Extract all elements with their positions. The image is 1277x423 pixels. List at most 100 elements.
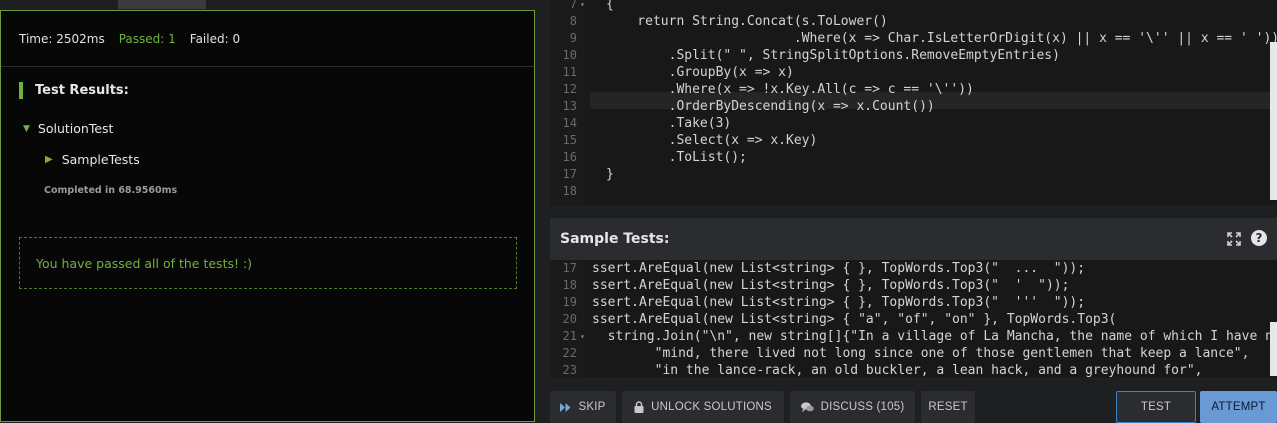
pass-message: You have passed all of the tests! :) (36, 255, 253, 271)
code-text: } (606, 167, 614, 182)
line-number: 21 (562, 329, 577, 343)
subtest-label: SampleTests (61, 152, 140, 167)
line-number: 20 (562, 312, 577, 326)
sample-tests-header: Sample Tests: ? (550, 218, 1277, 260)
code-line: 18 ssert.AreEqual(new List<string> { }, T… (550, 277, 1270, 294)
code-line: 17} (550, 166, 1270, 183)
results-heading: Test Results: (19, 81, 129, 99)
heading-accent-bar (19, 81, 23, 99)
code-text: { (606, 0, 614, 12)
code-text: .Split(" ", StringSplitOptions.RemoveEmp… (606, 48, 1060, 63)
sample-tests-editor[interactable]: 17 ssert.AreEqual(new List<string> { }, T… (550, 260, 1277, 377)
code-text: string.Join("\n", new string[]{"In a vil… (592, 329, 1273, 344)
action-toolbar: SKIP UNLOCK SOLUTIONS DISCUSS (105) RESE… (548, 387, 1277, 423)
skip-label: SKIP (578, 401, 606, 413)
code-line: 9 .Where(x => Char.IsLetterOrDigit(x) ||… (550, 30, 1277, 47)
code-text: "in the lance-rack, an old buckler, a le… (592, 363, 1203, 377)
code-text: .ToList(); (606, 150, 747, 165)
code-text: ssert.AreEqual(new List<string> { }, Top… (592, 295, 1086, 310)
line-number: 10 (562, 48, 577, 62)
line-number: 17 (562, 167, 577, 181)
test-button[interactable]: TEST (1116, 391, 1196, 423)
attempt-label: ATTEMPT (1211, 401, 1266, 413)
editor-scrollbar[interactable] (1270, 42, 1277, 200)
line-number: 18 (562, 278, 577, 292)
code-line: 22 "mind, there lived not long since one… (550, 345, 1270, 362)
suite-label: SolutionTest (37, 121, 114, 136)
fold-caret-icon[interactable]: ▾ (580, 0, 585, 13)
test-label: TEST (1140, 401, 1172, 413)
panel-tab[interactable] (118, 0, 206, 9)
code-line: 20 ssert.AreEqual(new List<string> { "a",… (550, 311, 1270, 328)
skip-button[interactable]: SKIP (550, 391, 616, 423)
fast-forward-icon (560, 402, 571, 412)
reset-label: RESET (928, 401, 968, 413)
help-icon[interactable]: ? (1251, 230, 1267, 246)
unlock-label: UNLOCK SOLUTIONS (651, 401, 772, 413)
line-number: 19 (562, 295, 577, 309)
code-text: "mind, there lived not long since one of… (592, 346, 1250, 361)
test-results-panel: Time: 2502ms Passed: 1 Failed: 0 Test Re… (0, 10, 535, 422)
results-title: Test Results: (35, 82, 129, 98)
line-number: 14 (562, 116, 577, 130)
code-line: 23 "in the lance-rack, an old buckler, a… (550, 362, 1270, 377)
code-text: .Where(x => Char.IsLetterOrDigit(x) || x… (606, 31, 1277, 46)
line-number: 22 (562, 346, 577, 360)
sample-scrollbar[interactable] (1270, 322, 1277, 376)
line-number: 16 (562, 150, 577, 164)
failed-stat: Failed: 0 (189, 31, 241, 46)
discuss-label: DISCUSS (105) (820, 401, 905, 413)
lock-icon (634, 401, 644, 413)
code-text: ssert.AreEqual(new List<string> { }, Top… (592, 278, 1070, 293)
code-line: 8 return String.Concat(s.ToLower() (550, 13, 1270, 30)
code-text: return String.Concat(s.ToLower() (606, 14, 888, 29)
code-line: 12 .Where(x => !x.Key.All(c => c == '\''… (550, 81, 1270, 98)
code-line: 10 .Split(" ", StringSplitOptions.Remove… (550, 47, 1270, 64)
line-number: 8 (569, 14, 577, 28)
line-number: 23 (562, 363, 577, 377)
suite-toggle[interactable]: ▼ SolutionTest (23, 121, 113, 136)
discuss-button[interactable]: DISCUSS (105) (790, 391, 915, 423)
code-text: ssert.AreEqual(new List<string> { }, Top… (592, 261, 1086, 276)
code-line: 14 .Take(3) (550, 115, 1270, 132)
sample-tests-title: Sample Tests: (560, 231, 670, 247)
subtest-toggle[interactable]: ▶ SampleTests (45, 152, 140, 167)
code-text: .Select(x => x.Key) (606, 133, 818, 148)
line-number: 17 (562, 261, 577, 275)
code-text: .Where(x => !x.Key.All(c => c == '\'')) (606, 82, 974, 97)
line-number: 13 (562, 99, 577, 113)
completed-time: Completed in 68.9560ms (44, 185, 178, 196)
caret-right-icon: ▶ (45, 154, 53, 165)
fold-caret-icon[interactable]: ▾ (580, 328, 585, 345)
code-line: 13 .OrderByDescending(x => x.Count()) (550, 98, 1270, 115)
unlock-solutions-button[interactable]: UNLOCK SOLUTIONS (622, 391, 784, 423)
pass-message-box: You have passed all of the tests! :) (19, 237, 517, 289)
caret-down-icon: ▼ (23, 123, 30, 134)
code-text: .Take(3) (606, 116, 732, 131)
line-number: 12 (562, 82, 577, 96)
expand-icon[interactable] (1227, 232, 1241, 246)
code-line: 19 ssert.AreEqual(new List<string> { }, T… (550, 294, 1270, 311)
line-number: 11 (562, 65, 577, 79)
time-stat: Time: 2502ms (19, 31, 105, 46)
comments-icon (800, 401, 814, 412)
code-line: 21 ▾ string.Join("\n", new string[]{"In a… (550, 328, 1273, 345)
code-line: 18 (550, 183, 1270, 200)
code-line: 17 ssert.AreEqual(new List<string> { }, T… (550, 260, 1270, 277)
line-number: 18 (562, 184, 577, 198)
code-line: 7 ▾ { (550, 0, 1270, 13)
attempt-button[interactable]: ATTEMPT (1200, 391, 1277, 423)
code-line: 15 .Select(x => x.Key) (550, 132, 1270, 149)
line-number: 15 (562, 133, 577, 147)
left-top-strip (0, 0, 548, 10)
line-number: 9 (569, 31, 577, 45)
test-stats: Time: 2502ms Passed: 1 Failed: 0 (1, 11, 534, 67)
line-number: 7 (569, 0, 577, 11)
passed-stat: Passed: 1 (118, 31, 176, 46)
code-line: 11 .GroupBy(x => x) (550, 64, 1270, 81)
solution-editor[interactable]: 7 ▾{8 return String.Concat(s.ToLower() 9 .… (550, 0, 1277, 205)
code-text: .GroupBy(x => x) (606, 65, 794, 80)
reset-button[interactable]: RESET (921, 391, 975, 423)
code-text: ssert.AreEqual(new List<string> { "a", "… (592, 312, 1117, 327)
code-text: .OrderByDescending(x => x.Count()) (606, 99, 935, 114)
